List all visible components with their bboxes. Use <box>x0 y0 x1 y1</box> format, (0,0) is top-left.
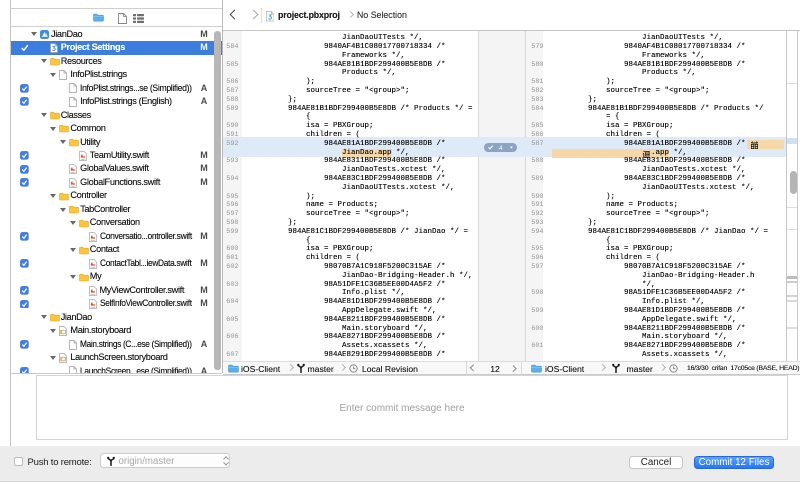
svg-text:4: 4 <box>499 145 503 152</box>
